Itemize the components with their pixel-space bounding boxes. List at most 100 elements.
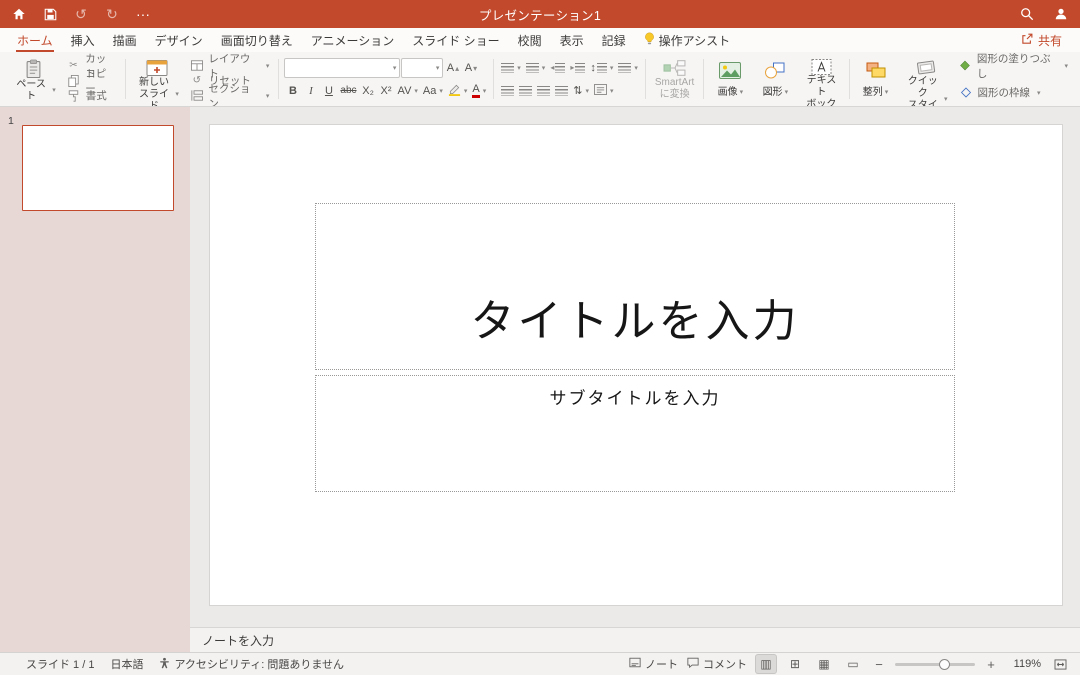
copy-icon [67,75,81,87]
slide-thumbnail[interactable] [22,125,174,211]
numbering-button[interactable]: ▾ [524,58,548,77]
align-center-button[interactable] [517,81,534,100]
tab-label: 画面切り替え [221,32,293,49]
tab-assistant[interactable]: 操作アシスト [635,28,740,52]
layout-button[interactable]: レイアウト▾ [186,58,274,73]
lightbulb-icon [644,32,655,48]
underline-button[interactable]: U [320,81,337,100]
textbox-button[interactable]: テキスト ボックス [799,56,843,102]
title-placeholder[interactable]: タイトルを入力 [315,203,955,370]
subtitle-placeholder[interactable]: サブタイトルを入力 [315,375,955,492]
shape-fill-icon [959,60,972,71]
align-right-icon [537,86,550,96]
clipboard-small-buttons: ✂カット コピー 書式 [63,56,120,102]
language-indicator[interactable]: 日本語 [110,656,143,672]
down-arrow-icon: ▾ [473,64,477,73]
text-highlight-button[interactable]: ▾ [446,81,470,100]
subscript-button[interactable]: X₂ [360,81,377,100]
section-button[interactable]: セクション▾ [186,88,274,103]
tab-draw[interactable]: 描画 [104,28,146,52]
redo-icon[interactable]: ↻ [103,5,121,23]
zoom-out-button[interactable]: − [872,657,886,672]
search-icon[interactable] [1018,5,1036,23]
tab-review[interactable]: 校閲 [509,28,551,52]
format-painter-button[interactable]: 書式 [63,88,120,103]
zoom-slider-knob[interactable] [939,659,950,670]
shape-outline-button[interactable]: 図形の枠線▾ [955,85,1073,100]
bullets-button[interactable]: ▾ [499,58,523,77]
notes-pane[interactable]: ノートを入力 [190,627,1080,652]
align-text-button[interactable]: ▾ [592,81,616,100]
account-icon[interactable] [1052,5,1070,23]
decrease-indent-button[interactable]: ◂ [548,58,567,77]
tab-label: アニメーション [311,32,395,49]
tab-insert[interactable]: 挿入 [62,28,104,52]
font-size-combobox[interactable]: ▾ [401,58,443,78]
fit-slide-to-window-button[interactable] [1050,655,1070,673]
paragraph-group: ▾ ▾ ◂ ▸ ↕▾ ▾ ⇅▾ ▾ [495,54,644,104]
tab-label: 操作アシスト [659,32,731,49]
shapes-button[interactable]: 図形▾ [754,56,796,102]
notes-toggle-label: ノート [645,656,678,672]
change-case-label: Aa [423,85,436,97]
arrange-label: 整列 [863,87,883,99]
character-spacing-button[interactable]: AV▾ [396,81,420,100]
reading-view-button[interactable]: ▭ [843,655,863,673]
slide-canvas[interactable]: タイトルを入力 サブタイトルを入力 [210,125,1062,605]
change-case-button[interactable]: Aa▾ [421,81,445,100]
tab-slideshow[interactable]: スライド ショー [403,28,508,52]
line-spacing-button[interactable]: ↕▾ [588,58,615,77]
more-commands-icon[interactable]: ··· [134,5,152,23]
comments-toggle-button[interactable]: コメント [687,656,747,672]
align-left-button[interactable] [499,81,516,100]
notes-toggle-button[interactable]: ノート [629,656,678,672]
shrink-font-button[interactable]: A▾ [462,59,479,78]
zoom-in-button[interactable]: + [984,657,998,672]
justify-button[interactable] [553,81,570,100]
ribbon-separator [645,59,646,99]
tab-record[interactable]: 記録 [593,28,635,52]
normal-view-button[interactable]: ▥ [756,655,776,673]
arrange-icon [866,59,886,81]
accessibility-status[interactable]: アクセシビリティ: 問題ありません [159,656,344,672]
shape-fill-button[interactable]: 図形の塗りつぶし▾ [955,58,1073,73]
font-name-combobox[interactable]: ▾ [284,58,400,78]
increase-indent-button[interactable]: ▸ [568,58,587,77]
ribbon-separator [278,59,279,99]
slides-group: 新しい スライド▾ レイアウト▾ ↺リセット セクション▾ [127,54,278,104]
align-right-button[interactable] [535,81,552,100]
convert-to-smartart-button[interactable]: SmartArt に変換 [651,56,698,102]
tab-view[interactable]: 表示 [551,28,593,52]
copy-button[interactable]: コピー [63,73,120,88]
grid-view-button[interactable]: ⊞ [785,655,805,673]
italic-button[interactable]: I [302,81,319,100]
tab-transitions[interactable]: 画面切り替え [212,28,302,52]
zoom-slider[interactable] [895,663,975,666]
ribbon-home: ペースト▾ ✂カット コピー 書式 新しい スライド▾ レイアウト▾ ↺リセット… [0,52,1080,107]
superscript-button[interactable]: X² [378,81,395,100]
tab-label: ホーム [17,32,53,49]
share-button[interactable]: 共有 [1011,28,1072,52]
columns-button[interactable]: ▾ [616,58,640,77]
slide-sorter-view-button[interactable]: ▦ [814,655,834,673]
tab-design[interactable]: デザイン [146,28,212,52]
strikethrough-button[interactable]: abc [338,81,358,100]
picture-button[interactable]: 画像▾ [709,56,751,102]
new-slide-button[interactable]: 新しい スライド▾ [131,56,183,102]
zoom-level[interactable]: 119% [1007,658,1041,670]
undo-icon[interactable]: ↺ [72,5,90,23]
text-direction-button[interactable]: ⇅▾ [571,81,591,100]
home-icon[interactable] [10,5,28,23]
tab-home[interactable]: ホーム [8,28,62,52]
slide-counter[interactable]: スライド 1 / 1 [26,656,94,672]
font-color-button[interactable]: A▾ [470,81,488,100]
paste-button[interactable]: ペースト▾ [8,56,60,102]
arrange-button[interactable]: 整列▾ [855,56,897,102]
grow-font-button[interactable]: A▴ [444,59,461,78]
bold-button[interactable]: B [284,81,301,100]
tab-animations[interactable]: アニメーション [302,28,404,52]
save-icon[interactable] [41,5,59,23]
align-text-icon [594,84,607,98]
quick-styles-button[interactable]: クイック スタイル▾ [900,56,952,102]
shape-fill-label: 図形の塗りつぶし [977,52,1058,81]
